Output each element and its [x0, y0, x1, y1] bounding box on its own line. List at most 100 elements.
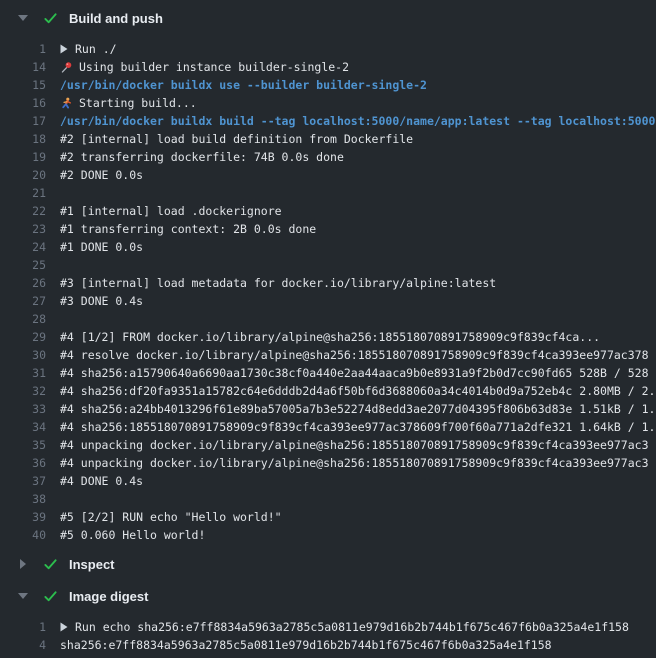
log-text-content: #2 transferring dockerfile: 74B 0.0s don…	[60, 148, 344, 166]
line-number[interactable]: 31	[0, 364, 46, 382]
log-text-content: sha256:e7ff8834a5963a2785c5a0811e979d16b…	[60, 636, 552, 654]
line-number[interactable]: 18	[0, 130, 46, 148]
line-number[interactable]: 39	[0, 508, 46, 526]
log-text-content: Run echo sha256:e7ff8834a5963a2785c5a081…	[75, 618, 629, 636]
log-text: #3 [internal] load metadata for docker.i…	[60, 274, 496, 292]
line-number[interactable]: 19	[0, 148, 46, 166]
log-text: #1 [internal] load .dockerignore	[60, 202, 282, 220]
line-number[interactable]: 1	[0, 40, 46, 58]
log-line: 40 #5 0.060 Hello world!	[0, 526, 656, 544]
line-number[interactable]: 35	[0, 436, 46, 454]
line-number[interactable]: 14	[0, 58, 46, 76]
log-text: /usr/bin/docker buildx use --builder bui…	[60, 76, 427, 94]
line-number[interactable]: 32	[0, 382, 46, 400]
log-text: #4 sha256:a24bb4013296f61e89ba57005a7b3e…	[60, 400, 656, 418]
log-text: #1 transferring context: 2B 0.0s done	[60, 220, 316, 238]
line-number[interactable]: 16	[0, 94, 46, 112]
log-line: 21	[0, 184, 656, 202]
line-number[interactable]: 30	[0, 346, 46, 364]
log-text-content: #4 sha256:a15790640a6690aa1730c38cf0a440…	[60, 364, 649, 382]
log-line: 39 #5 [2/2] RUN echo "Hello world!"	[0, 508, 656, 526]
section-title: Inspect	[69, 557, 115, 572]
log-text: Starting build...	[60, 94, 197, 112]
log-line: 14 Using builder instance builder-single-…	[0, 58, 656, 76]
log-group-line[interactable]: 1 Run ./	[0, 40, 656, 58]
line-number[interactable]: 20	[0, 166, 46, 184]
line-number[interactable]: 34	[0, 418, 46, 436]
log-line: 29 #4 [1/2] FROM docker.io/library/alpine…	[0, 328, 656, 346]
log-line: 31 #4 sha256:a15790640a6690aa1730c38cf0a4…	[0, 364, 656, 382]
line-number[interactable]: 26	[0, 274, 46, 292]
line-number[interactable]: 23	[0, 220, 46, 238]
check-icon	[43, 11, 58, 26]
actions-log-viewer: Build and push 1Run ./14Using builder in…	[0, 0, 656, 658]
line-number[interactable]: 40	[0, 526, 46, 544]
log-text-content: #1 [internal] load .dockerignore	[60, 202, 282, 220]
log-text-content: /usr/bin/docker buildx build --tag local…	[60, 112, 655, 130]
chevron-right-icon[interactable]	[60, 44, 68, 54]
line-number[interactable]: 33	[0, 400, 46, 418]
log-line: 22 #1 [internal] load .dockerignore	[0, 202, 656, 220]
log-group-line[interactable]: 1 Run echo sha256:e7ff8834a5963a2785c5a08…	[0, 618, 656, 636]
log-text: #5 0.060 Hello world!	[60, 526, 205, 544]
log-text: #2 transferring dockerfile: 74B 0.0s don…	[60, 148, 344, 166]
log-text: #4 unpacking docker.io/library/alpine@sh…	[60, 454, 649, 472]
log-text: #2 [internal] load build definition from…	[60, 130, 413, 148]
check-icon	[43, 589, 58, 604]
log-line: 16 Starting build...	[0, 94, 656, 112]
log-line: 28	[0, 310, 656, 328]
log-line: 19 #2 transferring dockerfile: 74B 0.0s d…	[0, 148, 656, 166]
line-number[interactable]: 17	[0, 112, 46, 130]
chevron-down-icon[interactable]	[18, 593, 28, 599]
chevron-right-icon[interactable]	[60, 622, 68, 632]
log-text: /usr/bin/docker buildx build --tag local…	[60, 112, 655, 130]
line-number[interactable]: 29	[0, 328, 46, 346]
log-text: #2 DONE 0.0s	[60, 166, 143, 184]
log-text: #1 DONE 0.0s	[60, 238, 143, 256]
section-title: Build and push	[69, 11, 163, 26]
line-number[interactable]: 24	[0, 238, 46, 256]
log-text: #3 DONE 0.4s	[60, 292, 143, 310]
log-line: 35#4 unpacking docker.io/library/alpine@…	[0, 436, 656, 454]
runner-icon	[60, 97, 73, 110]
line-number[interactable]: 36	[0, 454, 46, 472]
log-text: Run echo sha256:e7ff8834a5963a2785c5a081…	[60, 618, 629, 636]
check-icon	[43, 557, 58, 572]
log-text-content: Run ./	[75, 40, 117, 58]
log-text-content: Starting build...	[79, 94, 197, 112]
line-number[interactable]: 21	[0, 184, 46, 202]
log-text: Using builder instance builder-single-2	[60, 58, 349, 76]
line-number[interactable]: 37	[0, 472, 46, 490]
log-text-content: /usr/bin/docker buildx use --builder bui…	[60, 76, 427, 94]
section-header-build-and-push[interactable]: Build and push	[0, 0, 656, 36]
log-text-content: #3 DONE 0.4s	[60, 292, 143, 310]
log-text: #4 sha256:df20fa9351a15782c64e6dddb2d4a6…	[60, 382, 656, 400]
log-text-content: #4 resolve docker.io/library/alpine@sha2…	[60, 346, 649, 364]
log-line: 25	[0, 256, 656, 274]
log-text: #4 sha256:a15790640a6690aa1730c38cf0a440…	[60, 364, 649, 382]
line-number[interactable]: 27	[0, 292, 46, 310]
log-text: #4 DONE 0.4s	[60, 472, 143, 490]
line-number[interactable]: 15	[0, 76, 46, 94]
log-lines-image-digest: 1 Run echo sha256:e7ff8834a5963a2785c5a08…	[0, 612, 656, 658]
log-line: 23 #1 transferring context: 2B 0.0s done	[0, 220, 656, 238]
log-text-content: #4 sha256:a24bb4013296f61e89ba57005a7b3e…	[60, 400, 656, 418]
log-text-content: #4 unpacking docker.io/library/alpine@sh…	[60, 454, 649, 472]
log-line: 38	[0, 490, 656, 508]
log-text-content: #5 0.060 Hello world!	[60, 526, 205, 544]
line-number[interactable]: 28	[0, 310, 46, 328]
chevron-right-icon[interactable]	[18, 559, 28, 569]
log-text-content: #5 [2/2] RUN echo "Hello world!"	[60, 508, 282, 526]
section-header-inspect[interactable]: Inspect	[0, 548, 656, 580]
line-number[interactable]: 1	[0, 618, 46, 636]
line-number[interactable]: 38	[0, 490, 46, 508]
log-text: #4 [1/2] FROM docker.io/library/alpine@s…	[60, 328, 600, 346]
log-text-content: #4 sha256:185518070891758909c9f839cf4ca3…	[60, 418, 656, 436]
line-number[interactable]: 4	[0, 636, 46, 654]
line-number[interactable]: 22	[0, 202, 46, 220]
section-header-image-digest[interactable]: Image digest	[0, 580, 656, 612]
line-number[interactable]: 25	[0, 256, 46, 274]
log-line: 15/usr/bin/docker buildx use --builder b…	[0, 76, 656, 94]
log-text-content: #2 [internal] load build definition from…	[60, 130, 413, 148]
chevron-down-icon[interactable]	[18, 15, 28, 21]
